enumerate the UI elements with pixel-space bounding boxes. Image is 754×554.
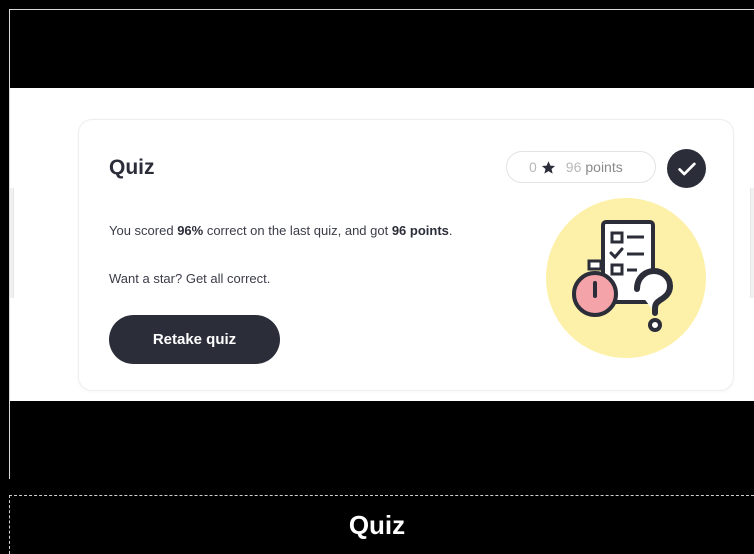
score-suffix: . [448, 223, 453, 238]
quiz-card: Quiz 0 96 points You scored 96% correct … [78, 119, 734, 391]
prev-card-edge [10, 188, 14, 298]
score-middle: correct on the last quiz, and got [203, 223, 392, 238]
quiz-illustration [545, 197, 707, 359]
completed-badge [667, 149, 706, 188]
star-icon [541, 160, 556, 175]
score-points: 96 points [391, 223, 449, 238]
footer-bar: Quiz [9, 495, 754, 554]
points-value: 96 [565, 159, 582, 175]
bottom-band [10, 401, 754, 480]
score-percent: 96% [177, 223, 204, 238]
check-icon [677, 162, 696, 175]
score-prefix: You scored [109, 223, 178, 238]
stars-count: 0 [529, 159, 537, 175]
quiz-frame: Quiz 0 96 points You scored 96% correct … [9, 9, 754, 480]
card-title: Quiz [109, 156, 155, 179]
points-label: points [585, 159, 623, 175]
score-summary: You scored 96% correct on the last quiz,… [109, 223, 453, 238]
star-hint: Want a star? Get all correct. [109, 271, 271, 286]
top-band [10, 10, 754, 88]
points-pill: 0 96 points [506, 151, 656, 183]
footer-title: Quiz [348, 509, 406, 540]
content-area: Quiz 0 96 points You scored 96% correct … [10, 88, 754, 401]
retake-quiz-button[interactable]: Retake quiz [109, 315, 280, 364]
next-card-edge [750, 188, 754, 298]
